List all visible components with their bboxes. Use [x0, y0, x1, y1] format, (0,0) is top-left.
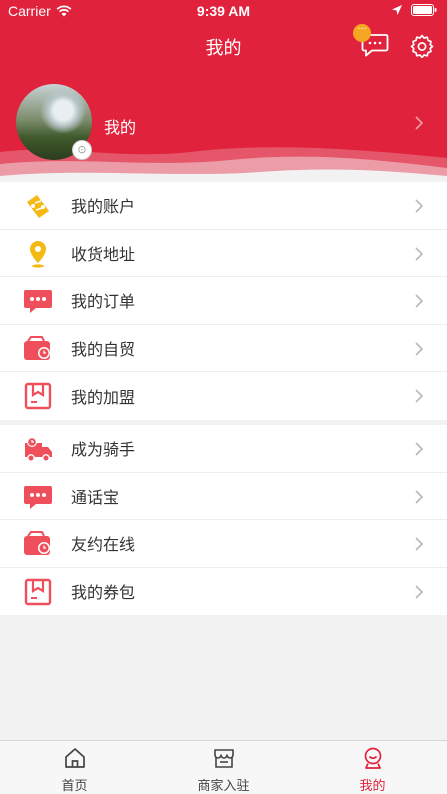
delivery-truck-icon — [25, 437, 52, 462]
box-icon — [24, 578, 52, 605]
menu-item-franchise[interactable]: 我的加盟 — [0, 372, 447, 420]
menu-item-label: 我的订单 — [71, 292, 136, 312]
menu-item-label: 成为骑手 — [71, 440, 136, 460]
home-icon — [64, 748, 85, 768]
menu-item-label: 友约在线 — [71, 535, 136, 555]
wallet-clock-icon — [24, 531, 50, 555]
menu-item-call-treasure[interactable]: 通话宝 — [0, 473, 447, 520]
chevron-right-icon — [415, 116, 424, 130]
ticket-icon — [27, 195, 49, 218]
tab-label: 商家入驻 — [197, 779, 250, 794]
chat-bubble-icon — [24, 290, 52, 313]
menu-item-label: 我的加盟 — [71, 387, 136, 407]
tab-mine[interactable]: 我的 — [298, 741, 447, 794]
location-arrow-icon — [392, 5, 402, 15]
avatar-edit-icon[interactable]: ⊙ — [72, 140, 92, 160]
profile-card[interactable]: ⊙ 我的 — [0, 82, 447, 164]
menu-group-1: 我的账户 收货地址 我的订单 我的自贸 我的加盟 — [0, 182, 447, 420]
chevron-right-icon — [415, 584, 424, 599]
menu-group-2: 成为骑手 通话宝 友约在线 我的券包 — [0, 425, 447, 615]
profile-name: 我的 — [104, 118, 137, 137]
menu-item-online[interactable]: 友约在线 — [0, 520, 447, 568]
battery-icon — [411, 4, 437, 16]
menu-item-orders[interactable]: 我的订单 — [0, 277, 447, 325]
tab-merchant[interactable]: 商家入驻 — [149, 741, 298, 794]
tab-label: 首页 — [61, 779, 88, 794]
tab-label: 我的 — [359, 779, 386, 794]
location-pin-icon — [30, 240, 46, 268]
status-time: 9:39 AM — [196, 3, 251, 19]
menu-item-label: 收货地址 — [71, 244, 136, 264]
box-icon — [24, 382, 52, 410]
chevron-right-icon — [415, 489, 424, 504]
tab-bar: 首页 商家入驻 我的 — [0, 740, 447, 794]
store-icon — [213, 749, 234, 768]
tab-home[interactable]: 首页 — [0, 741, 149, 794]
menu-item-rider[interactable]: 成为骑手 — [0, 425, 447, 473]
chevron-right-icon — [415, 442, 424, 456]
chevron-right-icon — [415, 246, 424, 261]
gear-icon[interactable] — [410, 34, 434, 58]
chevron-right-icon — [415, 294, 424, 308]
menu-item-label: 我的账户 — [71, 197, 136, 217]
profile-header: Carrier 9:39 AM 我的 ··· ⊙ 我的 — [0, 0, 447, 180]
menu-item-label: 我的自贸 — [71, 339, 136, 359]
chevron-right-icon — [415, 537, 424, 551]
menu-item-account[interactable]: 我的账户 — [0, 182, 447, 230]
status-right — [391, 4, 437, 16]
menu-item-label: 通话宝 — [71, 487, 120, 507]
menu-item-coupons[interactable]: 我的券包 — [0, 568, 447, 616]
menu-item-label: 我的券包 — [71, 583, 136, 603]
chevron-right-icon — [415, 389, 424, 403]
status-bar: Carrier 9:39 AM — [0, 0, 447, 22]
user-face-icon — [364, 747, 381, 769]
chat-bubble-icon — [24, 485, 52, 509]
menu-item-address[interactable]: 收货地址 — [0, 230, 447, 277]
chevron-right-icon — [415, 341, 424, 356]
chevron-right-icon — [415, 199, 424, 213]
wallet-clock-icon — [24, 335, 50, 360]
menu-item-trade[interactable]: 我的自贸 — [0, 325, 447, 372]
message-badge: ··· — [353, 24, 371, 42]
